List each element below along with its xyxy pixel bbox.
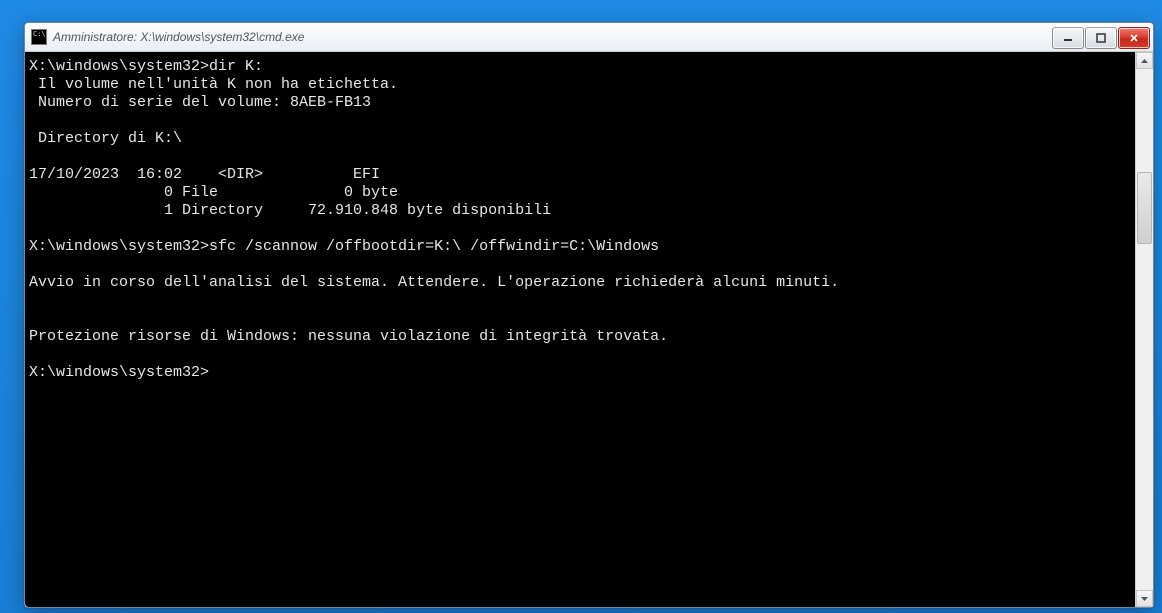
desktop: Amministratore: X:\windows\system32\cmd.… — [0, 0, 1162, 613]
window-controls — [1052, 27, 1153, 48]
chevron-up-icon — [1141, 59, 1148, 63]
maximize-icon — [1096, 33, 1106, 43]
window-title: Amministratore: X:\windows\system32\cmd.… — [53, 30, 304, 44]
scroll-up-button[interactable] — [1136, 52, 1153, 69]
vertical-scrollbar[interactable] — [1135, 52, 1153, 607]
minimize-button[interactable] — [1052, 27, 1084, 49]
chevron-down-icon — [1141, 597, 1148, 601]
cmd-window: Amministratore: X:\windows\system32\cmd.… — [24, 22, 1154, 608]
maximize-button[interactable] — [1085, 27, 1117, 49]
close-icon — [1129, 33, 1139, 43]
close-button[interactable] — [1118, 27, 1150, 49]
client-area: X:\windows\system32>dir K: Il volume nel… — [25, 52, 1153, 607]
scrollbar-thumb[interactable] — [1137, 172, 1152, 244]
minimize-icon — [1063, 33, 1073, 43]
cmd-icon — [31, 29, 47, 45]
console-output[interactable]: X:\windows\system32>dir K: Il volume nel… — [25, 52, 1135, 607]
titlebar[interactable]: Amministratore: X:\windows\system32\cmd.… — [25, 23, 1153, 52]
scroll-down-button[interactable] — [1136, 590, 1153, 607]
